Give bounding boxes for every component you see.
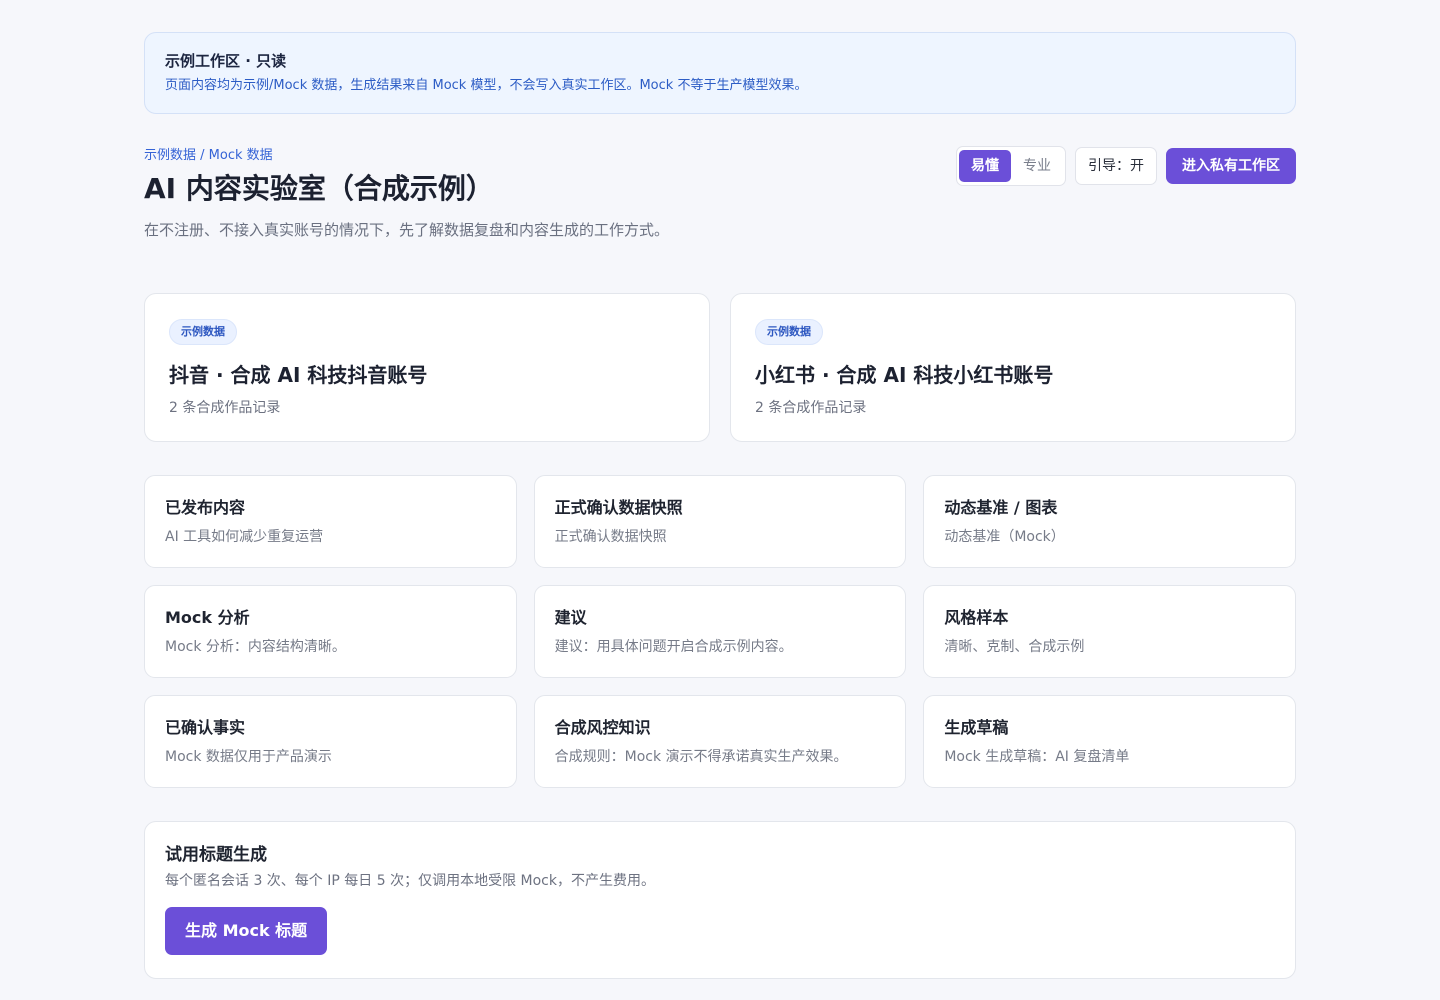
feature-tiles: 已发布内容 AI 工具如何减少重复运营 正式确认数据快照 正式确认数据快照 动态…	[144, 475, 1296, 788]
tile-description: 正式确认数据快照	[554, 529, 667, 545]
tile-description: Mock 数据仅用于产品演示	[165, 749, 332, 765]
tile-generate-draft[interactable]: 生成草稿 Mock 生成草稿：AI 复盘清单	[923, 695, 1296, 788]
tile-title: 已发布内容	[165, 498, 246, 517]
tile-suggestions[interactable]: 建议 建议：用具体问题开启合成示例内容。	[533, 585, 907, 678]
tile-title: 合成风控知识	[554, 718, 651, 737]
guide-toggle-button[interactable]: 引导：开	[1075, 147, 1157, 185]
tile-mock-analysis[interactable]: Mock 分析 Mock 分析：内容结构清晰。	[144, 585, 517, 678]
tile-description: Mock 分析：内容结构清晰。	[165, 639, 346, 655]
tile-title: 建议	[554, 608, 587, 627]
tile-description: 清晰、克制、合成示例	[944, 639, 1085, 655]
account-title: 小红书 · 合成 AI 科技小红书账号	[755, 363, 1054, 387]
tile-title: 动态基准 / 图表	[944, 498, 1058, 517]
tile-confirmed-facts[interactable]: 已确认事实 Mock 数据仅用于产品演示	[144, 695, 517, 788]
tile-description: 合成规则：Mock 演示不得承诺真实生产效果。	[554, 749, 848, 765]
title-generator-panel: 试用标题生成 每个匿名会话 3 次、每个 IP 每日 5 次；仅调用本地受限 M…	[144, 821, 1296, 979]
account-card-xiaohongshu[interactable]: 示例数据 小红书 · 合成 AI 科技小红书账号 2 条合成作品记录	[730, 293, 1296, 442]
account-cards: 示例数据 抖音 · 合成 AI 科技抖音账号 2 条合成作品记录 示例数据 小红…	[144, 293, 1296, 442]
tile-published-content[interactable]: 已发布内容 AI 工具如何减少重复运营	[144, 475, 517, 568]
page-header: 示例数据 / Mock 数据 AI 内容实验室（合成示例） 在不注册、不接入真实…	[144, 146, 1296, 260]
mode-pro-button[interactable]: 专业	[1011, 150, 1063, 182]
readonly-notice: 示例工作区 · 只读 页面内容均为示例/Mock 数据，生成结果来自 Mock …	[144, 32, 1296, 114]
tile-description: 建议：用具体问题开启合成示例内容。	[554, 639, 793, 655]
tile-risk-knowledge[interactable]: 合成风控知识 合成规则：Mock 演示不得承诺真实生产效果。	[533, 695, 907, 788]
tile-style-samples[interactable]: 风格样本 清晰、克制、合成示例	[923, 585, 1296, 678]
generate-mock-title-button[interactable]: 生成 Mock 标题	[165, 907, 328, 955]
tile-description: 动态基准（Mock）	[944, 529, 1065, 545]
tile-description: AI 工具如何减少重复运营	[165, 529, 324, 545]
generator-title: 试用标题生成	[165, 845, 267, 865]
page-subtitle: 在不注册、不接入真实账号的情况下，先了解数据复盘和内容生成的工作方式。	[144, 221, 670, 239]
mode-toggle: 易懂 专业	[956, 146, 1066, 186]
tile-description: Mock 生成草稿：AI 复盘清单	[944, 749, 1130, 765]
account-title: 抖音 · 合成 AI 科技抖音账号	[169, 363, 428, 387]
enter-private-workspace-button[interactable]: 进入私有工作区	[1166, 148, 1296, 184]
generator-quota-text: 每个匿名会话 3 次、每个 IP 每日 5 次；仅调用本地受限 Mock，不产生…	[165, 873, 655, 889]
tile-title: 正式确认数据快照	[554, 498, 683, 517]
page-container: 示例工作区 · 只读 页面内容均为示例/Mock 数据，生成结果来自 Mock …	[144, 32, 1296, 979]
tile-data-snapshot[interactable]: 正式确认数据快照 正式确认数据快照	[533, 475, 907, 568]
account-record-count: 2 条合成作品记录	[755, 400, 867, 416]
header-actions: 易懂 专业 引导：开 进入私有工作区	[956, 146, 1296, 186]
sample-data-badge: 示例数据	[169, 319, 237, 345]
tile-dynamic-baseline[interactable]: 动态基准 / 图表 动态基准（Mock）	[923, 475, 1296, 568]
mode-easy-button[interactable]: 易懂	[959, 150, 1011, 182]
tile-title: 风格样本	[944, 608, 1009, 627]
account-record-count: 2 条合成作品记录	[169, 400, 281, 416]
tile-title: 生成草稿	[944, 718, 1009, 737]
notice-text: 页面内容均为示例/Mock 数据，生成结果来自 Mock 模型，不会写入真实工作…	[165, 78, 808, 93]
notice-title: 示例工作区 · 只读	[165, 52, 287, 70]
tile-title: 已确认事实	[165, 718, 246, 737]
sample-data-badge: 示例数据	[755, 319, 823, 345]
tile-title: Mock 分析	[165, 608, 250, 627]
account-card-douyin[interactable]: 示例数据 抖音 · 合成 AI 科技抖音账号 2 条合成作品记录	[144, 293, 710, 442]
